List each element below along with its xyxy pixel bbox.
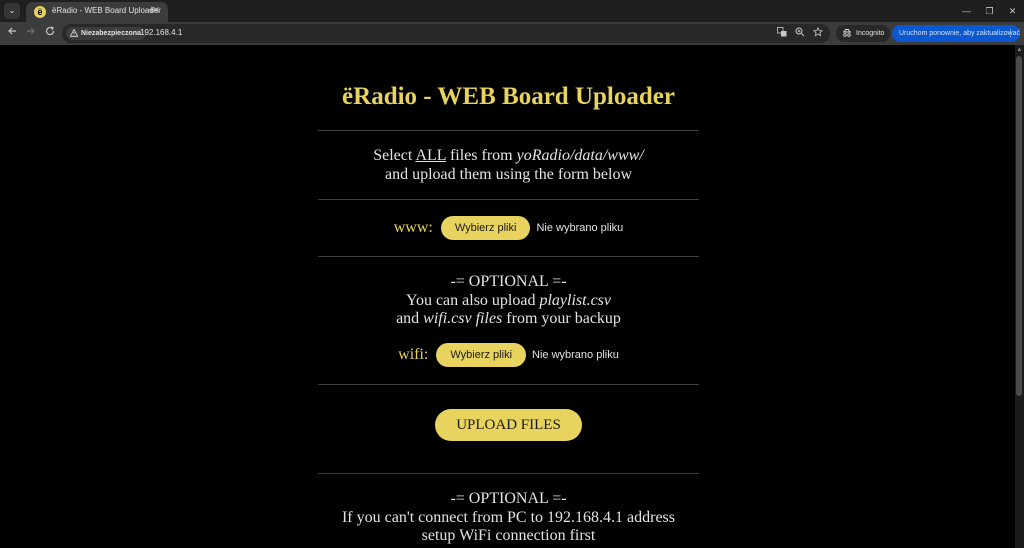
new-tab-button[interactable]: + bbox=[148, 3, 156, 17]
tab-search-button[interactable]: ⌄ bbox=[4, 3, 20, 19]
reload-icon[interactable] bbox=[43, 26, 57, 40]
web-page: ëRadio - WEB Board Uploader Select ALL f… bbox=[0, 45, 1015, 548]
wifi-file-status: Nie wybrano pliku bbox=[532, 349, 619, 361]
playlist-filename: playlist.csv bbox=[539, 291, 612, 309]
forward-icon[interactable] bbox=[24, 26, 38, 40]
back-icon[interactable] bbox=[5, 26, 19, 40]
divider bbox=[318, 256, 699, 257]
intro-line-2: and upload them using the form below bbox=[384, 165, 633, 183]
www-choose-files-button[interactable]: Wybierz pliki bbox=[440, 216, 531, 240]
optional-header: -= OPTIONAL =- bbox=[450, 273, 567, 290]
upload-files-button[interactable]: UPLOAD FILES bbox=[435, 409, 582, 441]
wifi-filename: wifi.csv files bbox=[423, 310, 503, 327]
translate-icon[interactable] bbox=[776, 27, 788, 39]
favicon-icon: ë bbox=[34, 6, 46, 18]
divider bbox=[318, 199, 699, 200]
optional2-line-2: setup WiFi connection first bbox=[421, 527, 596, 544]
tab-eradio[interactable]: ë ëRadio - WEB Board Uploader ✕ bbox=[26, 2, 168, 22]
optional-wifi-text: -= OPTIONAL =- If you can't connect from… bbox=[318, 490, 699, 546]
zoom-icon[interactable] bbox=[794, 27, 806, 39]
optional-text: -= OPTIONAL =- You can also upload playl… bbox=[318, 273, 699, 329]
wifi-choose-files-button[interactable]: Wybierz pliki bbox=[436, 343, 527, 367]
incognito-label: Incognito bbox=[856, 30, 885, 37]
scroll-up-icon[interactable]: ▲ bbox=[1015, 47, 1024, 53]
browser-menu-icon[interactable]: ⋮ bbox=[1006, 25, 1015, 42]
url-text[interactable]: 192.168.4.1 bbox=[140, 28, 182, 37]
restart-to-update-button[interactable]: Uruchom ponownie, aby zaktualizować ⋮ bbox=[892, 25, 1020, 42]
scrollbar-thumb[interactable] bbox=[1016, 56, 1022, 396]
wifi-upload-row: wifi: Wybierz pliki Nie wybrano pliku bbox=[318, 343, 699, 367]
www-label: www: bbox=[393, 219, 433, 236]
wifi-label: wifi: bbox=[398, 346, 429, 363]
www-file-status: Nie wybrano pliku bbox=[536, 222, 624, 234]
close-window-button[interactable]: ✕ bbox=[1001, 0, 1024, 22]
incognito-indicator[interactable]: Incognito bbox=[836, 25, 891, 42]
star-icon[interactable] bbox=[812, 26, 824, 39]
incognito-icon bbox=[842, 28, 852, 39]
update-label: Uruchom ponownie, aby zaktualizować bbox=[899, 30, 1021, 37]
security-label: Niezabezpieczona bbox=[81, 30, 141, 37]
address-bar[interactable]: Niezabezpieczona 192.168.4.1 bbox=[62, 24, 830, 43]
window-controls: — ❐ ✕ bbox=[955, 0, 1024, 22]
security-chip[interactable]: Niezabezpieczona bbox=[66, 27, 146, 40]
optional-line-1: You can also upload playlist.csv bbox=[405, 291, 612, 309]
optional2-line-1: If you can't connect from PC to 192.168.… bbox=[341, 508, 676, 526]
tab-title: ëRadio - WEB Board Uploader bbox=[52, 6, 161, 15]
divider bbox=[318, 473, 699, 474]
intro-text: Select ALL files from yoRadio/data/www/ … bbox=[318, 147, 699, 184]
all-emphasis: ALL bbox=[415, 147, 446, 164]
restore-button[interactable]: ❐ bbox=[978, 0, 1001, 22]
intro-line-1: Select ALL files from yoRadio/data/www/ bbox=[373, 147, 644, 164]
minimize-button[interactable]: — bbox=[955, 0, 978, 22]
www-path: yoRadio/data/www/ bbox=[516, 147, 644, 164]
browser-toolbar: Niezabezpieczona 192.168.4.1 Incognito U… bbox=[0, 22, 1024, 45]
optional-line-2: and wifi.csv files from your backup bbox=[396, 310, 621, 327]
warning-icon bbox=[69, 28, 79, 39]
tab-strip: ⌄ ë ëRadio - WEB Board Uploader ✕ + — ❐ … bbox=[0, 0, 1024, 22]
optional2-header: -= OPTIONAL =- bbox=[450, 490, 567, 507]
divider bbox=[318, 130, 699, 131]
page-title: ëRadio - WEB Board Uploader bbox=[342, 83, 675, 110]
divider bbox=[318, 384, 699, 385]
www-upload-row: www: Wybierz pliki Nie wybrano pliku bbox=[318, 216, 699, 240]
